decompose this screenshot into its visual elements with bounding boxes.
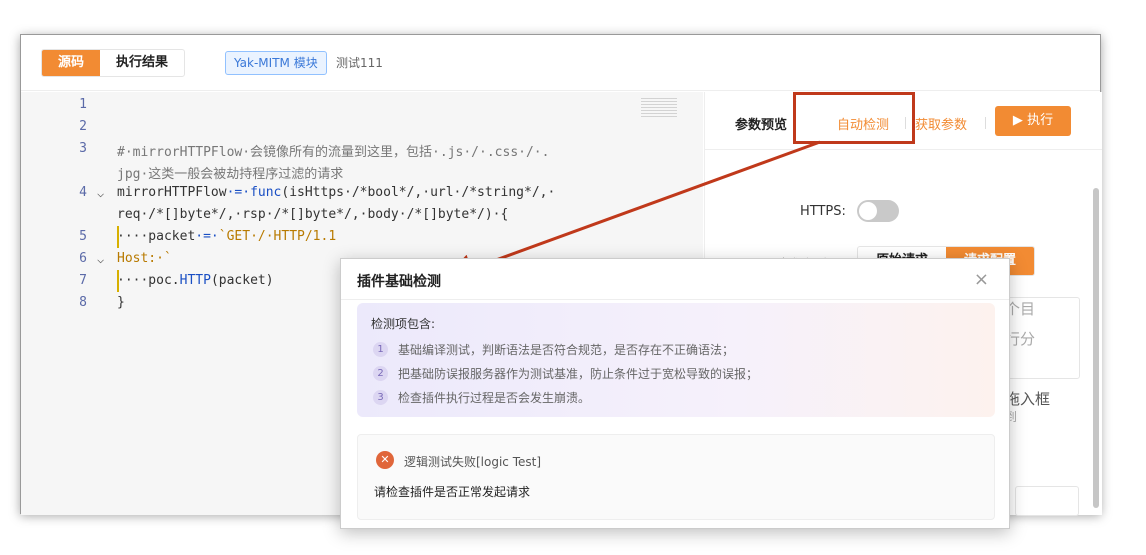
check-item: 2 把基础防误报服务器作为测试基准，防止条件过于宽松导致的误报；: [373, 365, 758, 382]
close-icon[interactable]: ×: [974, 269, 989, 290]
checks-header: 检测项包含:: [371, 317, 436, 331]
plugin-check-dialog: 插件基础检测 × 检测项包含: 1 基础编译测试，判断语法是否符合规范，是否存在不…: [340, 258, 1010, 529]
error-x-icon: ✕: [376, 451, 394, 469]
error-message: 请检查插件是否正常发起请求: [374, 485, 531, 499]
divider: [341, 299, 1009, 300]
error-title: 逻辑测试失败[logic Test]: [404, 455, 542, 469]
checks-info-box: 检测项包含: 1 基础编译测试，判断语法是否符合规范，是否存在不正确语法； 2 把基…: [357, 303, 995, 417]
step-number: 2: [373, 366, 388, 381]
error-result-card: ✕ 逻辑测试失败[logic Test] 请检查插件是否正常发起请求: [357, 434, 995, 520]
step-number: 1: [373, 342, 388, 357]
check-item: 3 检查插件执行过程是否会发生崩溃。: [373, 389, 590, 406]
dialog-title: 插件基础检测: [357, 274, 441, 290]
check-item: 1 基础编译测试，判断语法是否符合规范，是否存在不正确语法；: [373, 341, 734, 358]
step-number: 3: [373, 390, 388, 405]
